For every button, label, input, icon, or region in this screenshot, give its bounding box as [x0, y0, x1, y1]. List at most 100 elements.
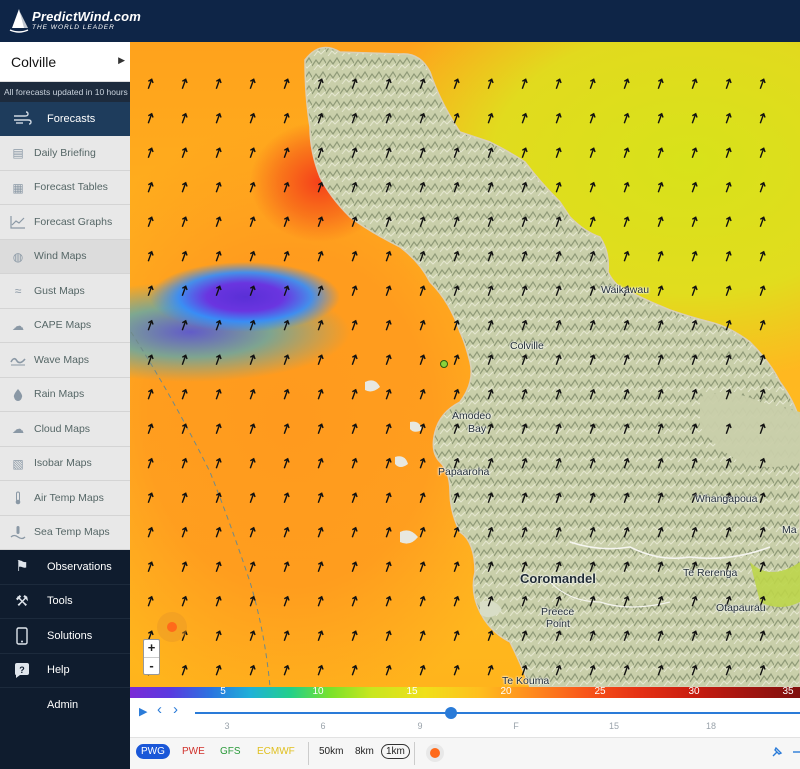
compass-toggle-icon[interactable]: [426, 744, 444, 762]
nav-tools[interactable]: ⚒ Tools: [0, 585, 130, 619]
gust-icon: ≈: [14, 284, 22, 298]
model-ecmwf-button[interactable]: ECMWF: [257, 746, 295, 757]
wind-arrow-icon: [589, 388, 596, 400]
wind-arrow-icon: [725, 216, 732, 227]
nav-forecast-tables[interactable]: ▦ Forecast Tables: [0, 170, 130, 205]
nav-wave-maps[interactable]: Wave Maps: [0, 343, 130, 378]
model-pwe-button[interactable]: PWE: [182, 746, 205, 757]
wind-arrow-icon: [181, 147, 188, 158]
wind-arrow-icon: [351, 561, 358, 572]
resolution-8km-button[interactable]: 8km: [355, 746, 374, 757]
wind-arrow-icon: [453, 492, 460, 503]
top-bar: PredictWind.com THE WORLD LEADER: [0, 0, 800, 42]
wind-arrow-icon: [691, 664, 698, 676]
nav-observations[interactable]: ⚑ Observations: [0, 550, 130, 585]
wind-arrow-icon: [181, 181, 188, 193]
location-pin[interactable]: [440, 360, 448, 368]
compass-icon[interactable]: [157, 612, 187, 642]
nav-daily-briefing[interactable]: ▤ Daily Briefing: [0, 136, 130, 171]
wind-map[interactable]: Waikawau Colville Amodeo Bay Papaaroha W…: [130, 42, 800, 687]
wind-arrow-icon: [385, 561, 392, 572]
resolution-50km-button[interactable]: 50km: [319, 746, 343, 757]
nav-cloud-maps[interactable]: ☁ Cloud Maps: [0, 412, 130, 447]
wind-arrow-icon: [725, 78, 732, 89]
nav-cape-maps-label: CAPE Maps: [34, 319, 92, 332]
nav-daily-briefing-label: Daily Briefing: [34, 146, 96, 159]
wind-arrow-icon: [555, 664, 562, 676]
nav-air-temp-maps[interactable]: Air Temp Maps: [0, 481, 130, 516]
wind-arrow-icon: [351, 423, 358, 434]
wind-arrow-icon: [487, 78, 494, 89]
wind-arrow-icon: [453, 526, 460, 538]
wind-arrow-icon: [419, 561, 426, 572]
predictwind-logo[interactable]: PredictWind.com THE WORLD LEADER: [8, 7, 141, 35]
wind-arrow-icon: [215, 354, 222, 365]
wind-arrow-icon: [657, 112, 664, 124]
resolution-1km-button[interactable]: 1km: [381, 744, 410, 759]
wind-arrow-icon: [351, 457, 358, 469]
nav-rain-maps[interactable]: Rain Maps: [0, 377, 130, 412]
nav-forecast-graphs[interactable]: Forecast Graphs: [0, 205, 130, 240]
nav-help[interactable]: ? Help: [0, 654, 130, 688]
wind-arrow-icon: [725, 112, 732, 124]
wind-arrow-icon: [657, 630, 664, 641]
nav-solutions[interactable]: Solutions: [0, 619, 130, 654]
wind-arrow-icon: [249, 112, 256, 124]
nav-gust-maps[interactable]: ≈ Gust Maps: [0, 274, 130, 309]
sidebar: Colville ▶ All forecasts updated in 10 h…: [0, 42, 130, 769]
expand-icon[interactable]: [792, 746, 800, 761]
place-label: Point: [546, 618, 570, 630]
wind-arrow-icon: [759, 492, 766, 503]
wind-arrow-icon: [385, 147, 392, 158]
next-button[interactable]: ›: [173, 701, 178, 718]
wind-arrow-icon: [657, 561, 664, 572]
nav-wave-maps-label: Wave Maps: [34, 353, 90, 366]
wind-arrow-icon: [249, 423, 256, 434]
wind-arrow-icon: [759, 457, 766, 469]
location-selector[interactable]: Colville ▶: [0, 42, 130, 82]
wind-arrow-icon: [317, 250, 324, 262]
wind-arrow-icon: [759, 147, 766, 158]
timeline-slider-handle[interactable]: [445, 707, 458, 719]
nav-wind-maps[interactable]: ◍ Wind Maps: [0, 239, 130, 274]
timeline-track[interactable]: [195, 712, 800, 714]
wind-arrow-icon: [657, 595, 664, 607]
wind-arrow-icon: [419, 664, 426, 676]
wave-icon: [10, 353, 26, 367]
wind-arrow-icon: [351, 216, 358, 227]
wind-arrow-icon: [317, 112, 324, 124]
nav-forecasts[interactable]: Forecasts: [0, 102, 130, 136]
wind-arrow-icon: [249, 526, 256, 538]
wind-arrow-icon: [487, 319, 494, 331]
place-label: Preece: [541, 606, 575, 618]
wind-arrow-icon: [589, 147, 596, 158]
nav-sea-temp-maps[interactable]: Sea Temp Maps: [0, 515, 130, 550]
previous-button[interactable]: ‹: [157, 701, 162, 718]
wind-arrow-icon: [249, 457, 256, 469]
wind-arrow-icon: [215, 595, 222, 607]
wind-arrow-icon: [181, 388, 188, 400]
wind-arrow-icon: [657, 78, 664, 89]
wind-arrow-icon: [215, 78, 222, 89]
model-gfs-button[interactable]: GFS: [220, 746, 241, 757]
wind-arrow-icon: [487, 250, 494, 262]
wind-arrow-icon: [419, 423, 426, 434]
wind-arrow-icon: [215, 147, 222, 158]
nav-isobar-maps[interactable]: ▧ Isobar Maps: [0, 446, 130, 481]
zoom-out-button[interactable]: -: [144, 657, 159, 674]
wind-arrow-icon: [623, 216, 630, 227]
place-label: Papaaroha: [438, 466, 490, 478]
model-pwg-button[interactable]: PWG: [136, 744, 170, 759]
wind-arrow-icon: [419, 112, 426, 124]
wind-arrow-icon: [453, 181, 460, 193]
nav-admin[interactable]: Admin: [0, 688, 130, 723]
wind-arrow-icon: [215, 285, 222, 296]
wind-arrow-icon: [215, 388, 222, 400]
wind-arrow-icon: [283, 250, 290, 262]
nav-cape-maps[interactable]: ☁ CAPE Maps: [0, 308, 130, 343]
nav-tools-label: Tools: [47, 595, 73, 608]
zoom-in-button[interactable]: +: [144, 640, 159, 657]
pin-icon[interactable]: [771, 746, 783, 761]
wind-arrow-icon: [147, 285, 154, 296]
play-button[interactable]: ▶: [139, 705, 147, 718]
